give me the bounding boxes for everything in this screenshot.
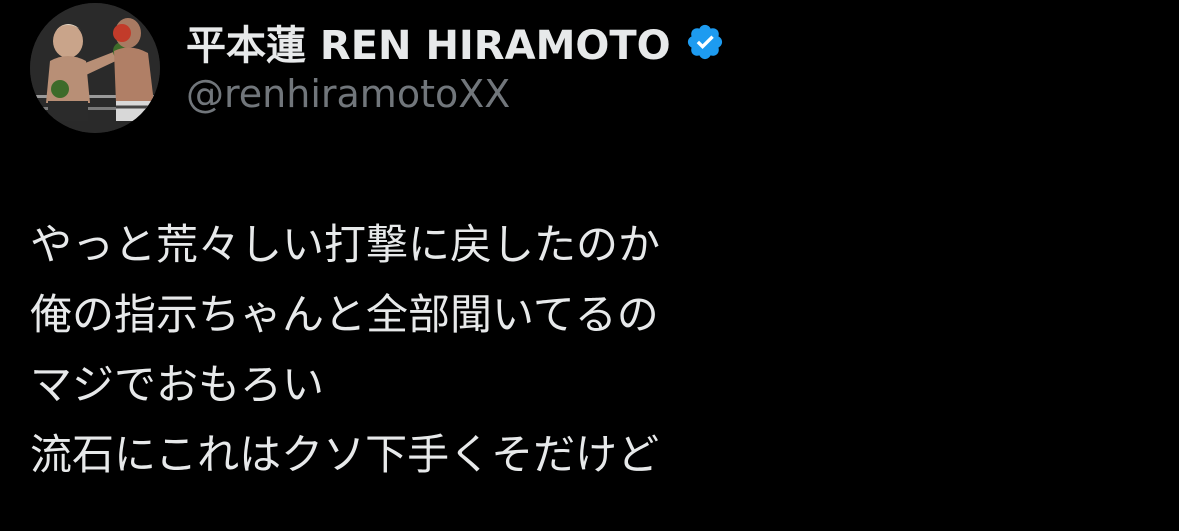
avatar[interactable] <box>30 3 160 133</box>
tweet-text: やっと荒々しい打撃に戻したのか 俺の指示ちゃんと全部聞いてるの マジでおもろい … <box>30 210 660 490</box>
tweet-text-line: マジでおもろい <box>30 360 325 409</box>
tweet-card: 平本蓮 REN HIRAMOTO @renhiramotoXX やっと荒々しい打… <box>0 0 1179 531</box>
author-handle[interactable]: @renhiramotoXX <box>186 72 510 116</box>
author-header[interactable]: 平本蓮 REN HIRAMOTO <box>186 14 725 70</box>
tweet-text-line: 流石にこれはクソ下手くそだけど <box>30 430 660 479</box>
verified-badge-icon <box>687 24 722 60</box>
tweet-text-line: やっと荒々しい打撃に戻したのか <box>30 220 661 269</box>
avatar-photo-icon <box>30 3 160 133</box>
tweet-text-line: 俺の指示ちゃんと全部聞いてるの <box>30 290 659 339</box>
author-display-name[interactable]: 平本蓮 REN HIRAMOTO <box>186 13 671 71</box>
